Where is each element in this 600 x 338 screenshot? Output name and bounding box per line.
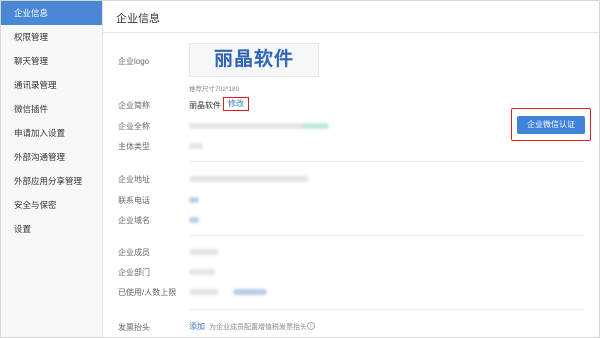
page-title: 企业信息 (116, 13, 160, 25)
sidebar-item-settings[interactable]: 设置 (1, 217, 102, 241)
invoice-label: 发票抬头 (118, 323, 150, 332)
sidebar-item-external-communication[interactable]: 外部沟通管理 (1, 145, 102, 169)
sidebar-item-company-info[interactable]: 企业信息 (1, 1, 102, 25)
sidebar: 企业信息 权限管理 聊天管理 通讯录管理 微信插件 申请加入设置 外部沟通管理 … (1, 1, 103, 337)
invoice-description: 为企业成员配置增值税发票抬头 (209, 324, 307, 331)
departments-label: 企业部门 (118, 268, 150, 277)
sidebar-item-join-settings[interactable]: 申请加入设置 (1, 121, 102, 145)
company-logo[interactable]: 丽晶软件 (189, 43, 319, 77)
sidebar-item-security[interactable]: 安全与保密 (1, 193, 102, 217)
title-divider (103, 32, 599, 33)
subject-type-value-blurred (189, 143, 203, 149)
logo-label: 企业logo (118, 57, 150, 66)
short-name-label: 企业简称 (118, 101, 150, 110)
main-panel: 企业信息 企业logo 丽晶软件 推荐尺寸702*180 企业简称 丽晶软件 修… (103, 1, 599, 337)
phone-label: 联系电话 (118, 196, 150, 205)
wechat-auth-button[interactable]: 企业微信认证 (517, 116, 585, 134)
logo-text: 丽晶软件 (213, 49, 294, 70)
info-icon: i (307, 322, 315, 330)
usage-value-blurred (189, 289, 219, 295)
sidebar-item-chat[interactable]: 聊天管理 (1, 49, 102, 73)
add-invoice-link[interactable]: 添加 (189, 321, 205, 332)
domain-label: 企业域名 (118, 216, 150, 225)
full-name-label: 企业全称 (118, 122, 150, 131)
members-value-blurred (189, 249, 219, 255)
logo-size-hint: 推荐尺寸702*180 (189, 86, 240, 93)
sidebar-item-external-app-share[interactable]: 外部应用分享管理 (1, 169, 102, 193)
address-label: 企业地址 (118, 175, 150, 184)
short-name-value: 丽晶软件 (189, 101, 221, 110)
usage-label: 已使用/人数上限 (118, 288, 177, 297)
members-label: 企业成员 (118, 248, 150, 257)
section-divider (189, 309, 584, 310)
phone-value-blurred (189, 197, 199, 203)
domain-value-blurred (189, 217, 199, 223)
edit-short-name-link[interactable]: 修改 (223, 97, 249, 111)
sidebar-item-contacts[interactable]: 通讯录管理 (1, 73, 102, 97)
address-value-blurred (189, 176, 309, 182)
subject-type-label: 主体类型 (118, 142, 150, 151)
verified-badge-blurred (303, 123, 329, 129)
section-divider (189, 161, 584, 162)
sidebar-item-wechat-plugin[interactable]: 微信插件 (1, 97, 102, 121)
full-name-value-blurred (189, 123, 307, 129)
departments-value-blurred (189, 269, 215, 275)
sidebar-item-permissions[interactable]: 权限管理 (1, 25, 102, 49)
upgrade-link-blurred[interactable] (233, 289, 267, 295)
section-divider (189, 235, 584, 236)
